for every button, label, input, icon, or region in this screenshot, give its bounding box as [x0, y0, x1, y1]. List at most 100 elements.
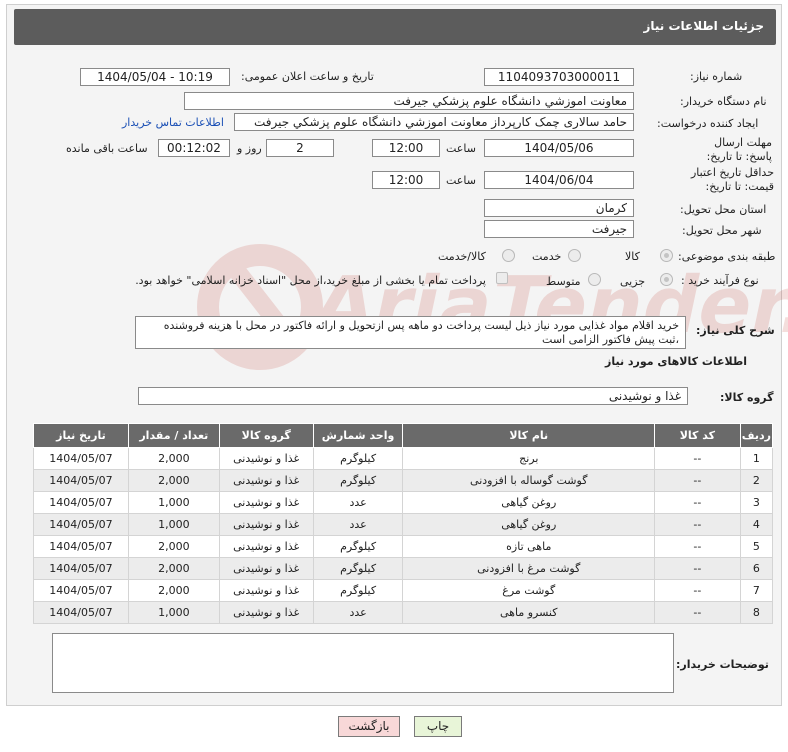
table-cell: 2,000: [127, 579, 220, 602]
table-cell: 1404/05/07: [33, 513, 129, 536]
table-cell: --: [654, 535, 741, 558]
price-time-field: 12:00: [372, 171, 440, 189]
table-row: 4 -- روغن گیاهی عدد غذا و نوشیدنی 1,000 1404/0…: [33, 513, 774, 536]
table-cell: 2,000: [127, 469, 220, 492]
creator-field: حامد سالاری چمک کارپرداز معاونت اموزشي د…: [234, 113, 634, 131]
remaining-time-field: 00:12:02: [158, 139, 230, 157]
table-cell: 4: [739, 513, 774, 536]
category-service-label: خدمت: [532, 250, 562, 263]
col-date-header: تاریخ نیاز: [33, 423, 129, 448]
reply-time-label: ساعت: [446, 142, 476, 155]
category-goods-service-radio[interactable]: [502, 249, 515, 262]
table-cell: --: [654, 557, 741, 580]
table-cell: غذا و نوشیدنی: [218, 535, 314, 558]
table-cell: --: [654, 601, 741, 624]
col-code-header: کد کالا: [654, 423, 741, 448]
table-cell: 1,000: [127, 491, 220, 514]
need-number-label: شماره نیاز:: [690, 70, 743, 83]
table-row: 1 -- برنج کیلوگرم غذا و نوشیدنی 2,000 1404/05/…: [33, 447, 774, 470]
reply-date-field: 1404/05/06: [484, 139, 634, 157]
buyer-contact-link[interactable]: اطلاعات تماس خریدار: [122, 116, 224, 129]
table-cell: برنج: [402, 447, 656, 470]
table-cell: عدد: [312, 601, 404, 624]
goods-group-field: غذا و نوشیدنی: [138, 387, 688, 405]
province-field: کرمان: [484, 199, 634, 217]
table-cell: غذا و نوشیدنی: [218, 491, 314, 514]
announce-date-field: 1404/05/04 - 10:19: [80, 68, 230, 86]
table-row: 5 -- ماهی تازه کیلوگرم غذا و نوشیدنی 2,000 140…: [33, 535, 774, 558]
table-cell: 5: [739, 535, 774, 558]
days-label: روز و: [237, 142, 262, 155]
table-cell: کنسرو ماهی: [402, 601, 656, 624]
table-cell: 7: [739, 579, 774, 602]
price-validity-label: حداقل تاریخ اعتبار قیمت: تا تاریخ:: [690, 166, 774, 193]
table-cell: غذا و نوشیدنی: [218, 579, 314, 602]
table-cell: کیلوگرم: [312, 535, 404, 558]
goods-group-label: گروه کالا:: [720, 391, 774, 404]
buyer-notes-label: توضیحات خریدار:: [676, 658, 769, 671]
category-goods-label: کالا: [625, 250, 640, 263]
table-cell: 1,000: [127, 513, 220, 536]
reply-deadline-label: مهلت ارسال پاسخ: تا تاریخ:: [706, 136, 772, 163]
category-goods-service-label: کالا/خدمت: [438, 250, 486, 263]
table-cell: روغن گیاهی: [402, 513, 656, 536]
buyer-notes-textarea[interactable]: [52, 633, 674, 693]
province-label: استان محل تحویل:: [680, 203, 767, 216]
table-cell: --: [654, 491, 741, 514]
page-title: جزئیات اطلاعات نیاز: [14, 9, 776, 45]
price-date-field: 1404/06/04: [484, 171, 634, 189]
table-cell: روغن گیاهی: [402, 491, 656, 514]
table-cell: غذا و نوشیدنی: [218, 601, 314, 624]
process-label: نوع فرآیند خرید :: [681, 274, 759, 287]
table-cell: غذا و نوشیدنی: [218, 447, 314, 470]
table-cell: غذا و نوشیدنی: [218, 513, 314, 536]
table-cell: 2,000: [127, 447, 220, 470]
table-cell: عدد: [312, 513, 404, 536]
table-cell: 1404/05/07: [33, 491, 129, 514]
city-field: جيرفت: [484, 220, 634, 238]
remaining-time-label: ساعت باقی مانده: [66, 142, 148, 155]
table-cell: گوشت گوساله با افزودنی: [402, 469, 656, 492]
table-cell: کیلوگرم: [312, 579, 404, 602]
table-cell: 1404/05/07: [33, 447, 129, 470]
table-cell: 1404/05/07: [33, 557, 129, 580]
treasury-payment-checkbox[interactable]: [496, 272, 508, 284]
table-cell: گوشت مرغ با افزودنی: [402, 557, 656, 580]
category-service-radio[interactable]: [568, 249, 581, 262]
table-cell: 2,000: [127, 535, 220, 558]
print-button[interactable]: چاپ: [414, 716, 462, 737]
table-cell: ماهی تازه: [402, 535, 656, 558]
treasury-payment-note: پرداخت تمام یا بخشی از مبلغ خرید،از محل …: [135, 274, 486, 287]
table-cell: 2,000: [127, 557, 220, 580]
table-cell: کیلوگرم: [312, 557, 404, 580]
table-row: 3 -- روغن گیاهی عدد غذا و نوشیدنی 1,000 1404/0…: [33, 491, 774, 514]
table-cell: 1404/05/07: [33, 601, 129, 624]
table-cell: 1,000: [127, 601, 220, 624]
table-cell: --: [654, 469, 741, 492]
col-qty-header: تعداد / مقدار: [127, 423, 220, 448]
table-cell: کیلوگرم: [312, 469, 404, 492]
table-row: 2 -- گوشت گوساله با افزودنی کیلوگرم غذا و نو…: [33, 469, 774, 492]
buyer-org-field: معاونت اموزشي دانشگاه علوم پزشکي جيرفت: [184, 92, 634, 110]
table-cell: عدد: [312, 491, 404, 514]
table-cell: گوشت مرغ: [402, 579, 656, 602]
category-goods-radio[interactable]: [660, 249, 673, 262]
table-cell: 2: [739, 469, 774, 492]
table-cell: 1404/05/07: [33, 535, 129, 558]
reply-time-field: 12:00: [372, 139, 440, 157]
days-remaining-field: 2: [266, 139, 334, 157]
category-label: طبقه بندی موضوعی:: [678, 250, 776, 263]
table-cell: 3: [739, 491, 774, 514]
process-small-radio[interactable]: [660, 273, 673, 286]
col-unit-header: واحد شمارش: [312, 423, 404, 448]
description-textarea[interactable]: خرید اقلام مواد غذایی مورد نیاز ذیل لیست…: [135, 316, 686, 349]
col-group-header: گروه کالا: [218, 423, 314, 448]
creator-label: ایجاد کننده درخواست:: [657, 117, 759, 130]
table-header-row: ردیف کد کالا نام کالا واحد شمارش گروه کا…: [33, 423, 774, 448]
table-row: 8 -- کنسرو ماهی عدد غذا و نوشیدنی 1,000 1404/0…: [33, 601, 774, 624]
table-cell: غذا و نوشیدنی: [218, 557, 314, 580]
description-label: شرح کلی نیاز:: [696, 324, 775, 337]
process-medium-radio[interactable]: [588, 273, 601, 286]
announce-date-label: تاریخ و ساعت اعلان عمومی:: [241, 70, 374, 83]
back-button[interactable]: بازگشت: [338, 716, 400, 737]
